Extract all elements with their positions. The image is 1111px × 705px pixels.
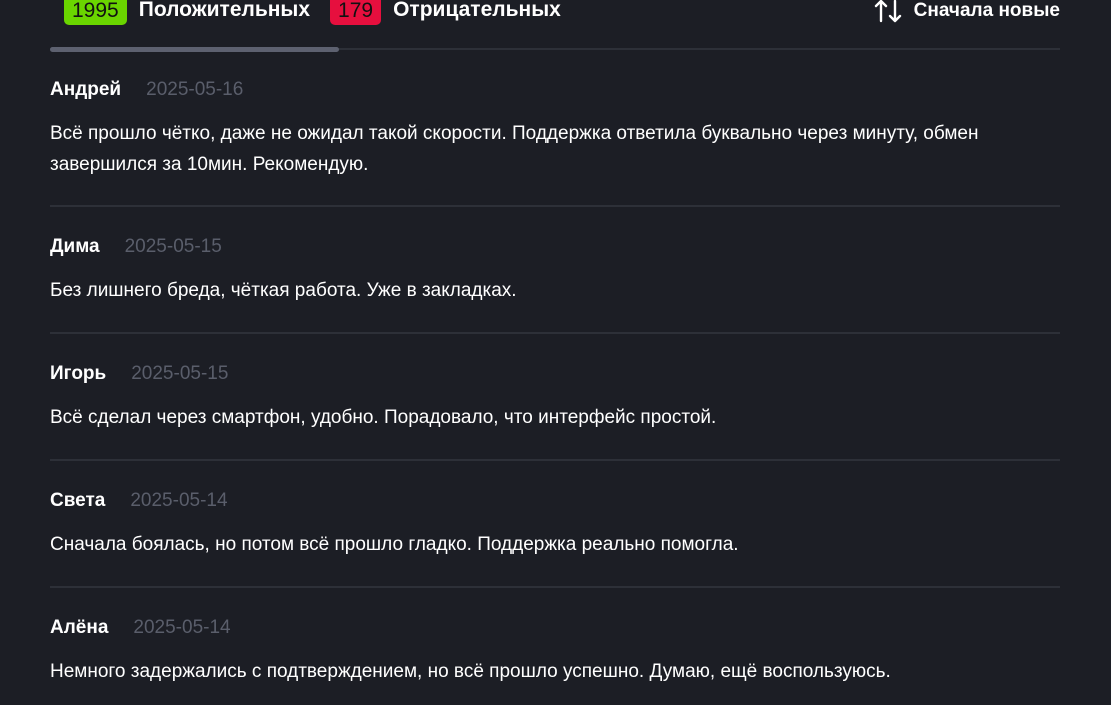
review-item: Игорь 2025-05-15 Всё сделал через смартф… (50, 334, 1060, 461)
review-text: Всё прошло чётко, даже не ожидал такой с… (50, 123, 979, 175)
review-text: Сначала боялась, но потом всё прошло гла… (50, 534, 739, 555)
review-author: Дима (50, 236, 100, 257)
review-date: 2025-05-15 (124, 236, 222, 257)
review-text: Немного задержались с подтверждением, но… (50, 661, 891, 682)
review-text: Всё сделал через смартфон, удобно. Порад… (50, 407, 717, 428)
review-author: Света (50, 490, 106, 511)
review-item: Света 2025-05-14 Сначала боялась, но пот… (50, 461, 1060, 588)
tab-negative[interactable]: 179 Отрицательных (330, 0, 561, 26)
review-author: Андрей (50, 79, 122, 100)
review-list: Андрей 2025-05-16 Всё прошло чётко, даже… (50, 50, 1060, 705)
review-item: Алёна 2025-05-14 Немного задержались с п… (50, 588, 1060, 705)
sort-label: Сначала новые (913, 0, 1060, 21)
review-author: Алёна (50, 617, 109, 638)
negative-tab-label: Отрицательных (393, 0, 561, 21)
sort-arrows-icon (874, 0, 901, 23)
review-item: Андрей 2025-05-16 Всё прошло чётко, даже… (50, 50, 1060, 207)
review-date: 2025-05-14 (130, 490, 228, 511)
review-item: Дима 2025-05-15 Без лишнего бреда, чётка… (50, 207, 1060, 334)
sort-button[interactable]: Сначала новые (874, 0, 1060, 24)
negative-count-badge: 179 (330, 0, 382, 25)
positive-tab-label: Положительных (138, 0, 311, 21)
tab-positive[interactable]: 1995 Положительных (50, 0, 310, 26)
reviews-panel: 1995 Положительных 179 Отрицательных Сна… (0, 0, 1111, 705)
review-author: Игорь (50, 363, 107, 384)
review-date: 2025-05-14 (133, 617, 231, 638)
review-date: 2025-05-15 (131, 363, 229, 384)
review-date: 2025-05-16 (146, 79, 244, 100)
review-text: Без лишнего бреда, чёткая работа. Уже в … (50, 280, 517, 301)
positive-count-badge: 1995 (64, 0, 127, 25)
review-filter-bar: 1995 Положительных 179 Отрицательных Сна… (50, 0, 1060, 26)
